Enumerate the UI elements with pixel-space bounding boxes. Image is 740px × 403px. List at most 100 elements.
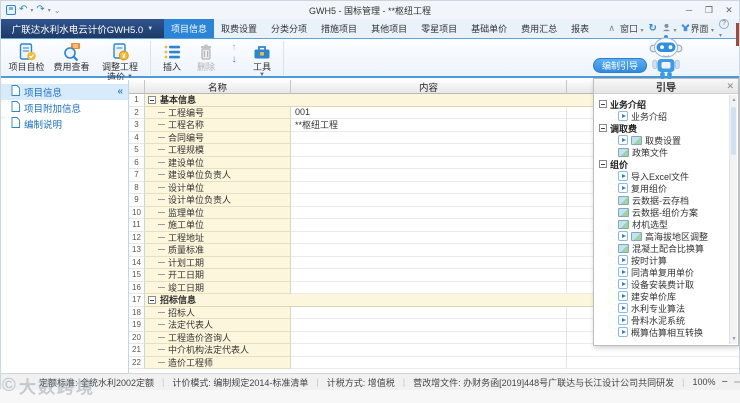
guide-scrollbar[interactable]: ▲ ▼ [729,95,737,344]
minimize-button[interactable]: ─ [679,1,699,19]
guide-group-业务介绍[interactable]: 业务介绍 [595,98,729,110]
collapse-icon[interactable] [599,100,607,108]
row-number[interactable]: 9 [129,194,145,207]
sync-icon[interactable]: ↻ [649,23,657,34]
save-icon[interactable] [6,5,16,15]
guide-item-高海拔地区调整[interactable]: 高海拔地区调整 [595,230,729,242]
window-menu[interactable]: 窗口 ▾ [620,22,644,35]
row-number[interactable]: 2 [129,106,145,119]
scroll-up-icon[interactable]: ▲ [730,95,738,105]
row-name-cell[interactable]: 质量标准 [145,244,291,257]
guide-group-组价[interactable]: 组价 [595,158,729,170]
row-number[interactable]: 10 [129,206,145,219]
collapse-icon[interactable] [599,160,607,168]
collapse-ribbon-icon[interactable]: ∧ [608,23,615,34]
guide-item-云数据-组价方案[interactable]: 云数据-组价方案 [595,206,729,218]
undo-icon[interactable]: ↶ [19,5,27,15]
zoom-out-button[interactable]: − [722,376,728,388]
scroll-down-icon[interactable]: ▼ [730,334,738,344]
row-number[interactable]: 6 [129,156,145,169]
row-value-cell[interactable] [291,244,567,257]
redo-icon[interactable]: ↷ [36,5,44,15]
guide-item-取费设置[interactable]: 取费设置 [595,134,729,146]
tab-项目信息[interactable]: 项目信息 [164,19,215,38]
row-name-cell[interactable]: 竣工日期 [145,281,291,294]
row-number[interactable]: 5 [129,144,145,157]
row-number[interactable]: 20 [129,331,145,344]
interface-menu[interactable]: 界面 ▾ [681,22,714,35]
collapse-icon[interactable] [148,95,156,104]
sidebar-item-编制说明[interactable]: 编制说明 [1,116,128,132]
guide-item-材机选型[interactable]: 材机选型 [595,218,729,230]
row-value-cell[interactable]: 001 [291,106,567,119]
row-name-cell[interactable]: 中介机构法定代表人 [145,344,291,357]
tab-基础单价[interactable]: 基础单价 [464,19,514,38]
guide-item-同清单复用单价[interactable]: 同清单复用单价 [595,266,729,278]
adjust-cost-button[interactable]: ¥ 调整工程 造价 ▼ [94,40,146,83]
close-button[interactable]: ✕ [719,1,739,19]
row-number[interactable]: 19 [129,319,145,332]
tab-报表[interactable]: 报表 [564,19,596,38]
fee-view-button[interactable]: 费用查看 [49,40,94,72]
row-number[interactable]: 12 [129,231,145,244]
row-name-cell[interactable]: 工程地址 [145,231,291,244]
user-menu[interactable]: ▾ [662,23,676,34]
guide-item-设备安装费计取[interactable]: 设备安装费计取 [595,278,729,290]
delete-button[interactable]: 删除 [189,40,223,72]
restore-button[interactable]: ❐ [699,1,719,19]
app-menu-button[interactable]: 广联达水利水电云计价GWH5.0 ▼ [1,19,164,38]
row-number[interactable]: 1 [129,94,145,107]
row-name-cell[interactable]: 合同编号 [145,131,291,144]
row-value-cell[interactable] [291,331,567,344]
row-number[interactable]: 15 [129,269,145,282]
row-number[interactable]: 3 [129,119,145,132]
row-value-cell[interactable] [291,206,567,219]
row-value-cell[interactable] [291,344,567,357]
row-number[interactable]: 7 [129,169,145,182]
row-number[interactable]: 13 [129,244,145,257]
row-name-cell[interactable]: 设计单位负责人 [145,194,291,207]
move-up-icon[interactable]: ↑ [232,43,237,53]
row-value-cell[interactable] [291,356,567,369]
tab-费用汇总[interactable]: 费用汇总 [514,19,564,38]
guide-item-政策文件[interactable]: 政策文件 [595,146,729,158]
row-name-cell[interactable]: 开工日期 [145,269,291,282]
guide-item-导入Excel文件[interactable]: 导入Excel文件 [595,170,729,182]
collapse-sidebar-icon[interactable]: « [117,87,123,97]
row-value-cell[interactable] [291,231,567,244]
row-value-cell[interactable] [291,256,567,269]
tab-分类分项[interactable]: 分类分项 [264,19,314,38]
guide-item-概算估算相互转换[interactable]: 概算估算相互转换 [595,326,729,338]
move-down-icon[interactable]: ↓ [232,55,237,65]
row-name-cell[interactable]: 工程规模 [145,144,291,157]
row-value-cell[interactable] [291,131,567,144]
row-number[interactable]: 4 [129,131,145,144]
row-value-cell[interactable] [291,219,567,232]
tab-零星项目[interactable]: 零星项目 [414,19,464,38]
row-number[interactable]: 14 [129,256,145,269]
scrollbar-thumb[interactable] [731,107,736,155]
guide-item-水利专业算法[interactable]: 水利专业算法 [595,302,729,314]
row-value-cell[interactable]: **枢纽工程 [291,119,567,132]
tab-其他项目[interactable]: 其他项目 [364,19,414,38]
row-value-cell[interactable] [291,281,567,294]
row-name-cell[interactable]: 招标人 [145,306,291,319]
guide-item-云数据-云存档[interactable]: 云数据-云存档 [595,194,729,206]
row-value-cell[interactable] [291,156,567,169]
row-value-cell[interactable] [291,181,567,194]
sidebar-item-项目附加信息[interactable]: 项目附加信息 [1,100,128,116]
collapse-icon[interactable] [148,295,156,304]
row-name-cell[interactable]: 法定代表人 [145,319,291,332]
row-value-cell[interactable] [291,269,567,282]
row-name-cell[interactable]: 建设单位负责人 [145,169,291,182]
row-value-cell[interactable] [291,169,567,182]
row-name-cell[interactable]: 监理单位 [145,206,291,219]
guide-item-按时计算[interactable]: 按时计算 [595,254,729,266]
row-name-cell[interactable]: 工程编号 [145,106,291,119]
header-name[interactable]: 名称 [145,80,291,94]
row-value-cell[interactable] [291,194,567,207]
guide-item-骨料水泥系统[interactable]: 骨料水泥系统 [595,314,729,326]
redo-dropdown-icon[interactable]: ▾ [48,7,51,14]
row-number[interactable]: 21 [129,344,145,357]
qat-customize-icon[interactable]: ⌄ [54,6,61,15]
